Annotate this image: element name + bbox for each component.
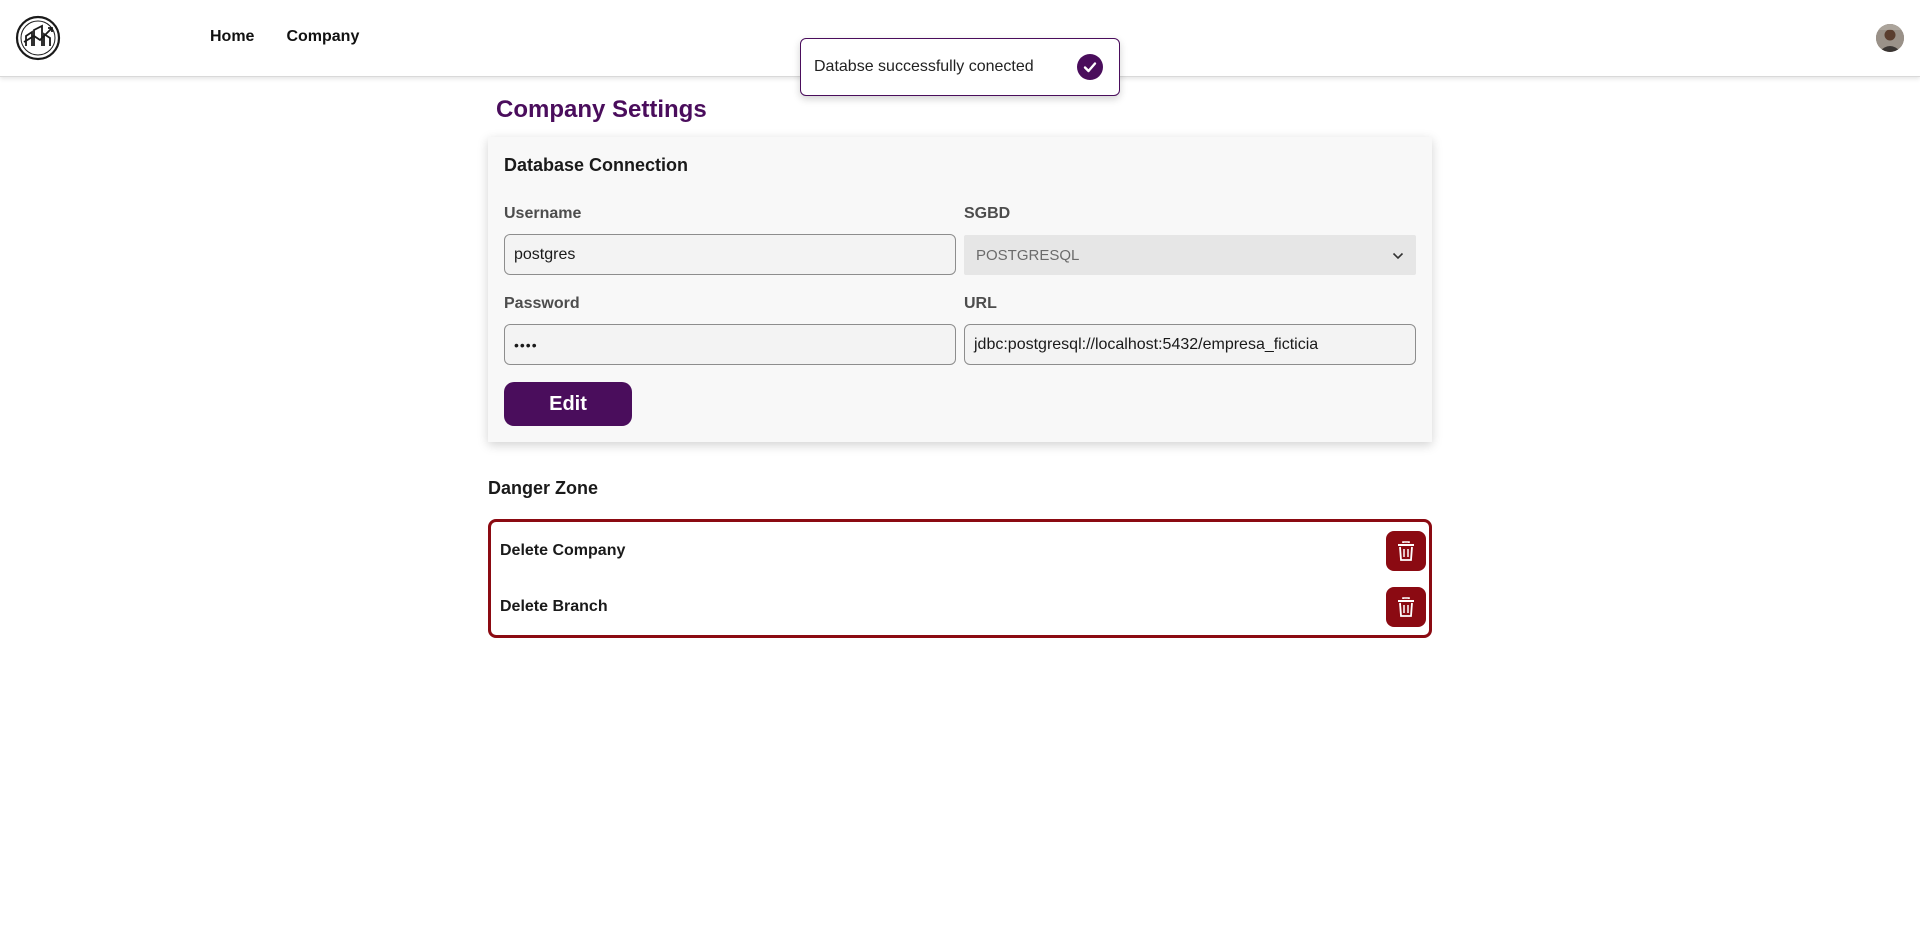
danger-zone-title: Danger Zone [488, 478, 599, 498]
delete-company-label: Delete Company [500, 542, 626, 559]
card-title: Database Connection [504, 155, 689, 175]
danger-row-delete-company: Delete Company [500, 531, 1426, 571]
delete-branch-button[interactable] [1386, 587, 1426, 627]
username-label: Username [504, 205, 582, 222]
sgbd-selected-value: POSTGRESQL [976, 246, 1080, 264]
url-label: URL [964, 295, 997, 312]
username-field[interactable]: postgres [504, 234, 956, 275]
nav-link-company[interactable]: Company [286, 28, 359, 46]
chevron-down-icon [1392, 247, 1404, 264]
database-connection-card: Database Connection Username postgres SG… [488, 137, 1432, 442]
page-title: Company Settings [496, 96, 707, 123]
toast-message: Databse successfully conected [814, 58, 1034, 75]
sgbd-select[interactable]: POSTGRESQL [964, 235, 1416, 275]
main-nav: Home Company [210, 28, 359, 46]
user-avatar[interactable] [1876, 24, 1904, 52]
danger-zone-box: Delete Company Delete Branch [488, 519, 1432, 638]
trash-icon [1398, 597, 1414, 617]
edit-button[interactable]: Edit [504, 382, 632, 426]
success-toast: Databse successfully conected [800, 38, 1120, 96]
company-logo[interactable] [14, 14, 62, 62]
delete-company-button[interactable] [1386, 531, 1426, 571]
danger-row-delete-branch: Delete Branch [500, 587, 1426, 627]
password-label: Password [504, 295, 580, 312]
check-circle-icon [1077, 54, 1103, 80]
url-field[interactable]: jdbc:postgresql://localhost:5432/empresa… [964, 324, 1416, 365]
trash-icon [1398, 541, 1414, 561]
nav-link-home[interactable]: Home [210, 28, 254, 46]
password-field[interactable]: •••• [504, 324, 956, 365]
sgbd-label: SGBD [964, 205, 1011, 222]
delete-branch-label: Delete Branch [500, 598, 608, 615]
